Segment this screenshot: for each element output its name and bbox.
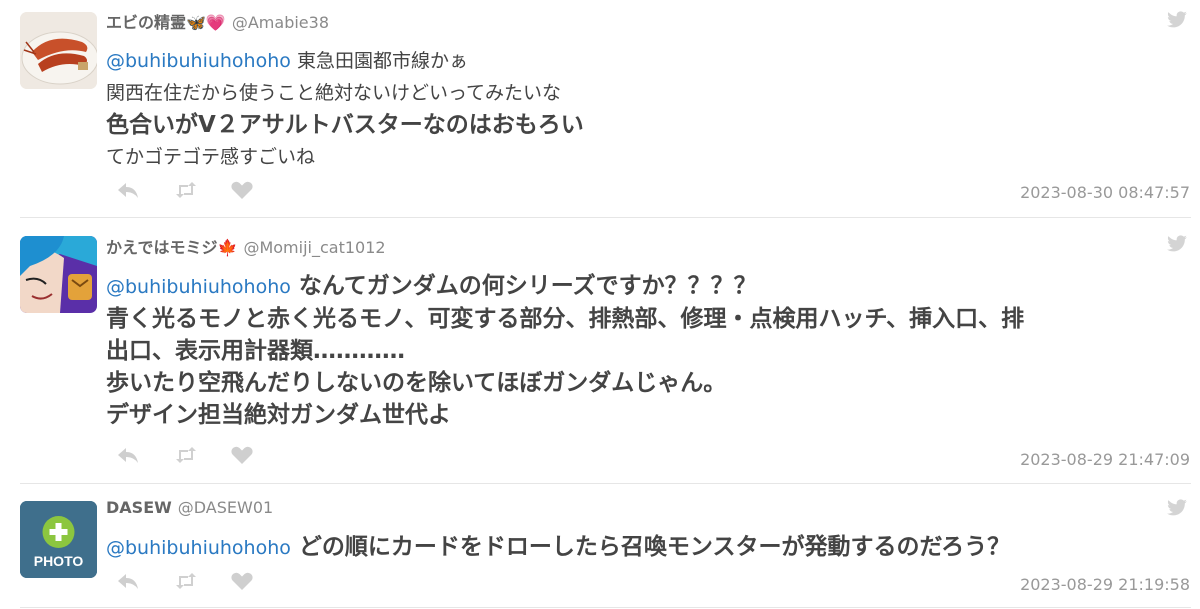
mention-link[interactable]: @buhibuhiuhohoho <box>106 537 291 559</box>
retweet-icon[interactable] <box>174 571 198 591</box>
mention-link[interactable]: @buhibuhiuhohoho <box>106 276 291 298</box>
twitter-bird-icon[interactable] <box>1166 11 1188 29</box>
anime-avatar-image <box>20 236 97 313</box>
display-name[interactable]: エビの精霊🦋💗 <box>106 13 226 32</box>
tweet-line: 歩いたり空飛んだりしないのを除いてほぼガンダムじゃん。 <box>106 370 727 396</box>
twitter-bird-icon[interactable] <box>1166 499 1188 517</box>
tweet-line: @buhibuhiuhohoho 東急田園都市線かぁ <box>106 45 1186 77</box>
tweet-timestamp[interactable]: 2023-08-29 21:19:58 <box>1020 575 1190 594</box>
shrimp-avatar-image <box>20 12 97 89</box>
heart-icon[interactable] <box>230 445 254 465</box>
tweet-card: エビの精霊🦋💗 @Amabie38 @buhibuhiuhohoho 東急田園都市… <box>0 0 1200 217</box>
retweet-icon[interactable] <box>174 445 198 465</box>
tweet-line: 関西在住だから使うこと絶対ないけどいってみたいな <box>106 82 562 104</box>
heart-icon[interactable] <box>230 180 254 200</box>
retweet-icon[interactable] <box>174 180 198 200</box>
tweet-header: DASEW @DASEW01 <box>106 498 273 517</box>
tweet-line: 色合いがV２アサルトバスターなのはおもろい <box>106 112 584 138</box>
reply-icon[interactable] <box>116 180 140 200</box>
tweet-text: なんてガンダムの何シリーズですか？？？？ <box>298 273 757 299</box>
display-name[interactable]: かえではモミジ🍁 <box>106 238 237 257</box>
divider <box>20 607 1191 608</box>
heart-icon[interactable] <box>230 571 254 591</box>
avatar[interactable] <box>20 236 97 313</box>
twitter-bird-icon[interactable] <box>1166 235 1188 253</box>
mention-link[interactable]: @buhibuhiuhohoho <box>106 50 291 72</box>
user-handle[interactable]: @DASEW01 <box>178 498 273 517</box>
tweet-line: @buhibuhiuhohoho どの順にカードをドローしたら召喚モンスターが発… <box>106 531 1186 564</box>
tweet-timestamp[interactable]: 2023-08-30 08:47:57 <box>1020 183 1190 202</box>
tweet-header: かえではモミジ🍁 @Momiji_cat1012 <box>106 234 386 258</box>
tweet-line: @buhibuhiuhohoho なんてガンダムの何シリーズですか？？？？ <box>106 270 1186 303</box>
tweet-header: エビの精霊🦋💗 @Amabie38 <box>106 9 329 33</box>
avatar[interactable]: PHOTO <box>20 501 97 578</box>
tweet-card: かえではモミジ🍁 @Momiji_cat1012 @buhibuhiuhohoho… <box>0 218 1200 482</box>
tweet-line: 青く光るモノと赤く光るモノ、可変する部分、排熱部、修理・点検用ハッチ、挿入口、排 <box>106 306 1025 332</box>
display-name[interactable]: DASEW <box>106 498 172 517</box>
reply-icon[interactable] <box>116 571 140 591</box>
tweet-timestamp[interactable]: 2023-08-29 21:47:09 <box>1020 450 1190 469</box>
reply-icon[interactable] <box>116 445 140 465</box>
user-handle[interactable]: @Amabie38 <box>232 13 329 32</box>
photo-label: PHOTO <box>33 553 84 569</box>
tweet-card: PHOTO DASEW @DASEW01 @buhibuhiuhohoho どの順… <box>0 484 1200 606</box>
tweet-line: デザイン担当絶対ガンダム世代よ <box>106 402 451 428</box>
tweet-line: てかゴテゴテ感すごいね <box>106 146 316 168</box>
tweet-body: @buhibuhiuhohoho 東急田園都市線かぁ 関西在住だから使うこと絶対… <box>106 45 1186 173</box>
tweet-body: @buhibuhiuhohoho なんてガンダムの何シリーズですか？？？？ 青く… <box>106 270 1186 431</box>
tweet-text: どの順にカードをドローしたら召喚モンスターが発動するのだろう？ <box>298 534 1011 560</box>
avatar[interactable] <box>20 12 97 89</box>
tweet-text: 東急田園都市線かぁ <box>296 50 468 72</box>
tweet-line: 出口、表示用計器類………… <box>106 338 405 364</box>
tweet-body: @buhibuhiuhohoho どの順にカードをドローしたら召喚モンスターが発… <box>106 531 1186 564</box>
user-handle[interactable]: @Momiji_cat1012 <box>243 238 385 257</box>
